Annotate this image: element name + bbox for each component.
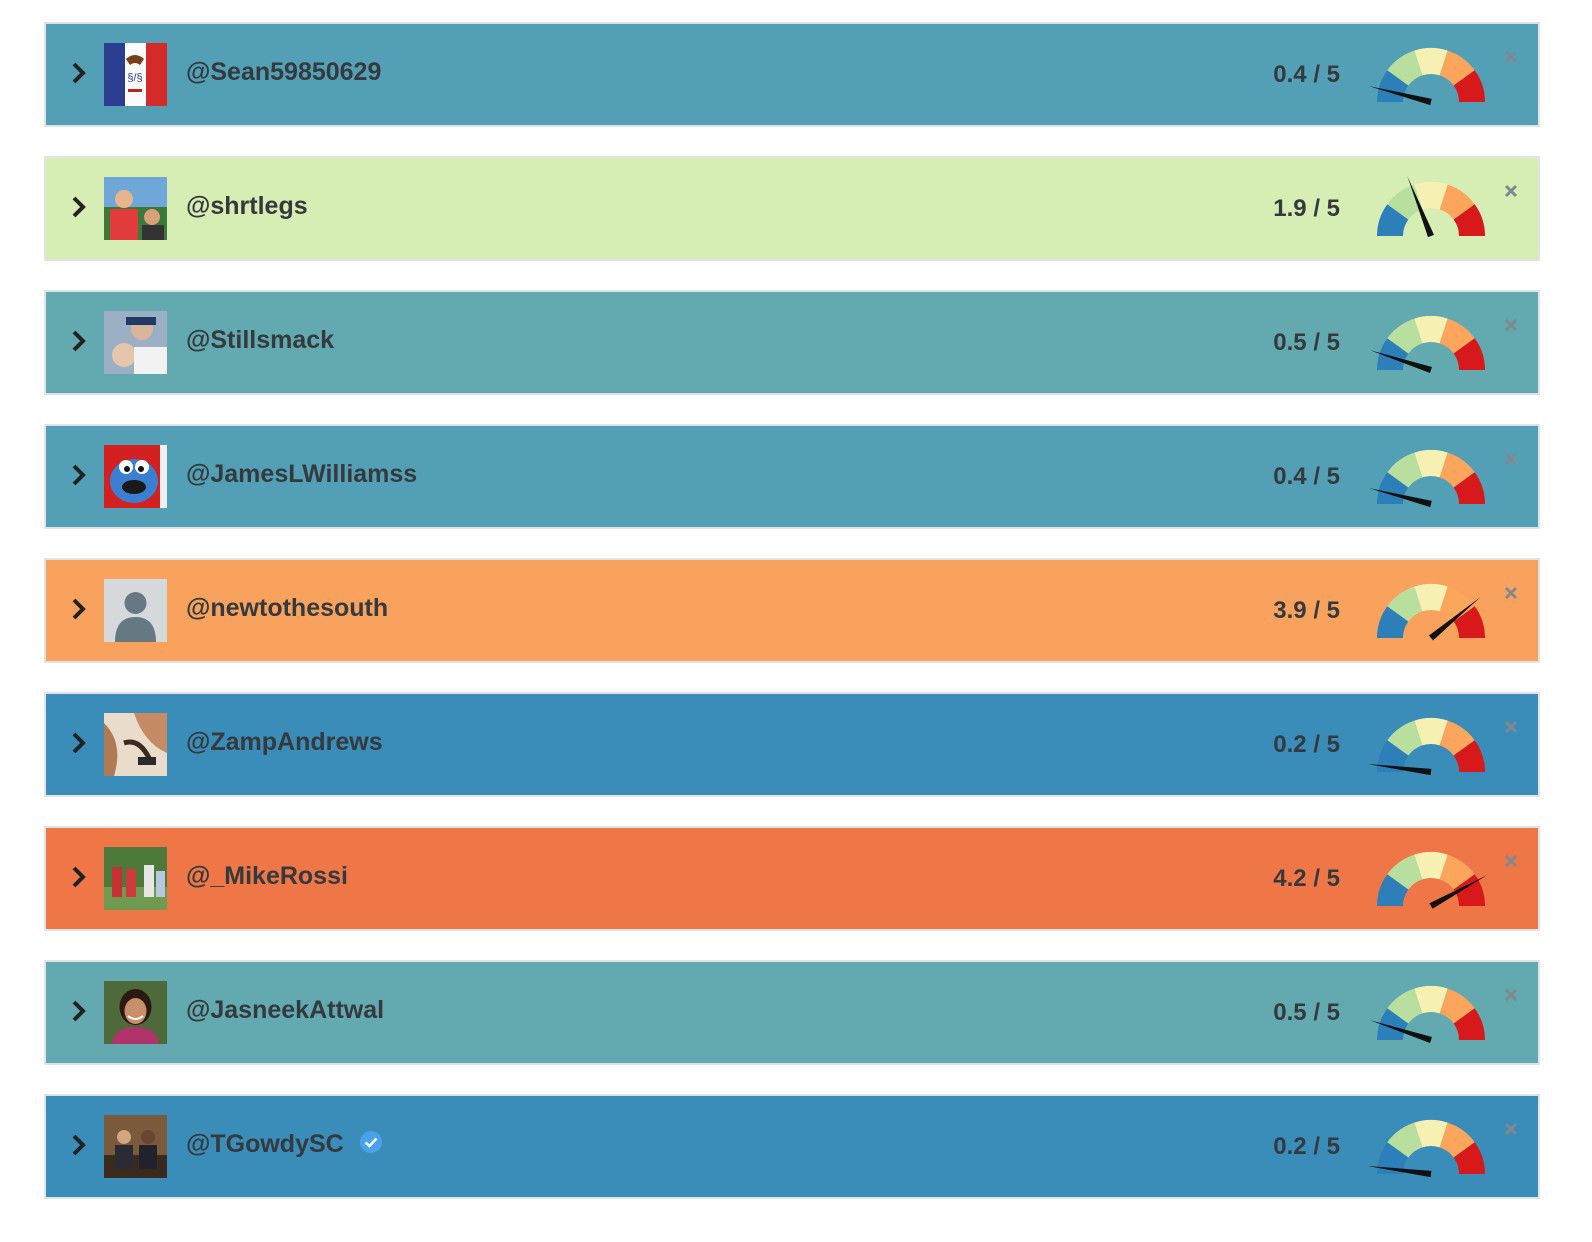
score-gauge xyxy=(1377,852,1488,909)
account-row[interactable]: §/§ @Sean59850629 0.4 / 5 xyxy=(44,22,1540,127)
chevron-right-icon[interactable] xyxy=(66,596,92,622)
handle-text: @newtothesouth xyxy=(186,594,389,622)
account-list: §/§ @Sean59850629 0.4 / 5 @shrtlegs 1.9 … xyxy=(0,0,1592,1242)
account-handle[interactable]: @Stillsmack xyxy=(186,326,334,355)
close-icon[interactable] xyxy=(1502,450,1520,468)
score-label: 0.4 / 5 xyxy=(1273,61,1340,88)
chevron-right-icon[interactable] xyxy=(66,194,92,220)
account-row[interactable]: @Stillsmack 0.5 / 5 xyxy=(44,290,1540,395)
close-icon[interactable] xyxy=(1502,584,1520,602)
svg-text:§/§: §/§ xyxy=(127,72,142,84)
avatar xyxy=(104,445,167,508)
score-gauge xyxy=(1367,718,1485,776)
chevron-right-icon[interactable] xyxy=(66,328,92,354)
score-gauge xyxy=(1367,1120,1485,1178)
account-handle[interactable]: @_MikeRossi xyxy=(186,862,348,891)
score-label: 0.2 / 5 xyxy=(1273,731,1340,758)
close-icon[interactable] xyxy=(1502,48,1520,66)
handle-text: @JasneekAttwal xyxy=(186,996,385,1024)
close-icon[interactable] xyxy=(1502,316,1520,334)
chevron-right-icon[interactable] xyxy=(66,462,92,488)
handle-text: @_MikeRossi xyxy=(186,862,348,890)
chevron-right-icon[interactable] xyxy=(66,60,92,86)
avatar: §/§ xyxy=(104,43,167,106)
avatar xyxy=(104,177,167,240)
account-handle[interactable]: @JasneekAttwal xyxy=(186,996,384,1025)
account-row[interactable]: @TGowdySC 0.2 / 5 xyxy=(44,1094,1540,1199)
verified-badge-icon xyxy=(359,1131,382,1154)
avatar xyxy=(104,1115,167,1178)
handle-text: @Sean59850629 xyxy=(186,58,382,86)
avatar xyxy=(104,311,167,374)
close-icon[interactable] xyxy=(1502,718,1520,736)
score-label: 0.5 / 5 xyxy=(1273,999,1340,1026)
account-handle[interactable]: @Sean59850629 xyxy=(186,58,381,87)
close-icon[interactable] xyxy=(1502,986,1520,1004)
close-icon[interactable] xyxy=(1502,852,1520,870)
chevron-right-icon[interactable] xyxy=(66,864,92,890)
score-gauge xyxy=(1377,584,1485,641)
close-icon[interactable] xyxy=(1502,182,1520,200)
avatar xyxy=(104,713,167,776)
account-row[interactable]: @JamesLWilliamss 0.4 / 5 xyxy=(44,424,1540,529)
account-handle[interactable]: @TGowdySC xyxy=(186,1130,383,1159)
account-row[interactable]: @shrtlegs 1.9 / 5 xyxy=(44,156,1540,261)
chevron-right-icon[interactable] xyxy=(66,998,92,1024)
account-handle[interactable]: @shrtlegs xyxy=(186,192,308,221)
score-gauge xyxy=(1369,450,1485,508)
account-handle[interactable]: @newtothesouth xyxy=(186,594,388,623)
score-label: 0.5 / 5 xyxy=(1273,329,1340,356)
handle-text: @ZampAndrews xyxy=(186,728,383,756)
handle-text: @TGowdySC xyxy=(186,1130,344,1158)
account-row[interactable]: @_MikeRossi 4.2 / 5 xyxy=(44,826,1540,931)
handle-text: @JamesLWilliamss xyxy=(186,460,418,488)
handle-text: @Stillsmack xyxy=(186,326,335,354)
account-row[interactable]: @newtothesouth 3.9 / 5 xyxy=(44,558,1540,663)
close-icon[interactable] xyxy=(1502,1120,1520,1138)
avatar xyxy=(104,847,167,910)
chevron-right-icon[interactable] xyxy=(66,730,92,756)
score-label: 1.9 / 5 xyxy=(1273,195,1340,222)
score-gauge xyxy=(1370,316,1485,374)
chevron-right-icon[interactable] xyxy=(66,1132,92,1158)
score-gauge xyxy=(1377,176,1485,238)
account-row[interactable]: @JasneekAttwal 0.5 / 5 xyxy=(44,960,1540,1065)
account-handle[interactable]: @JamesLWilliamss xyxy=(186,460,417,489)
score-label: 0.4 / 5 xyxy=(1273,463,1340,490)
account-row[interactable]: @ZampAndrews 0.2 / 5 xyxy=(44,692,1540,797)
score-label: 0.2 / 5 xyxy=(1273,1133,1340,1160)
score-gauge xyxy=(1369,48,1485,106)
score-label: 3.9 / 5 xyxy=(1273,597,1340,624)
avatar xyxy=(104,579,167,642)
handle-text: @shrtlegs xyxy=(186,192,308,220)
avatar xyxy=(104,981,167,1044)
score-gauge xyxy=(1370,986,1485,1044)
score-label: 4.2 / 5 xyxy=(1273,865,1340,892)
account-handle[interactable]: @ZampAndrews xyxy=(186,728,383,757)
